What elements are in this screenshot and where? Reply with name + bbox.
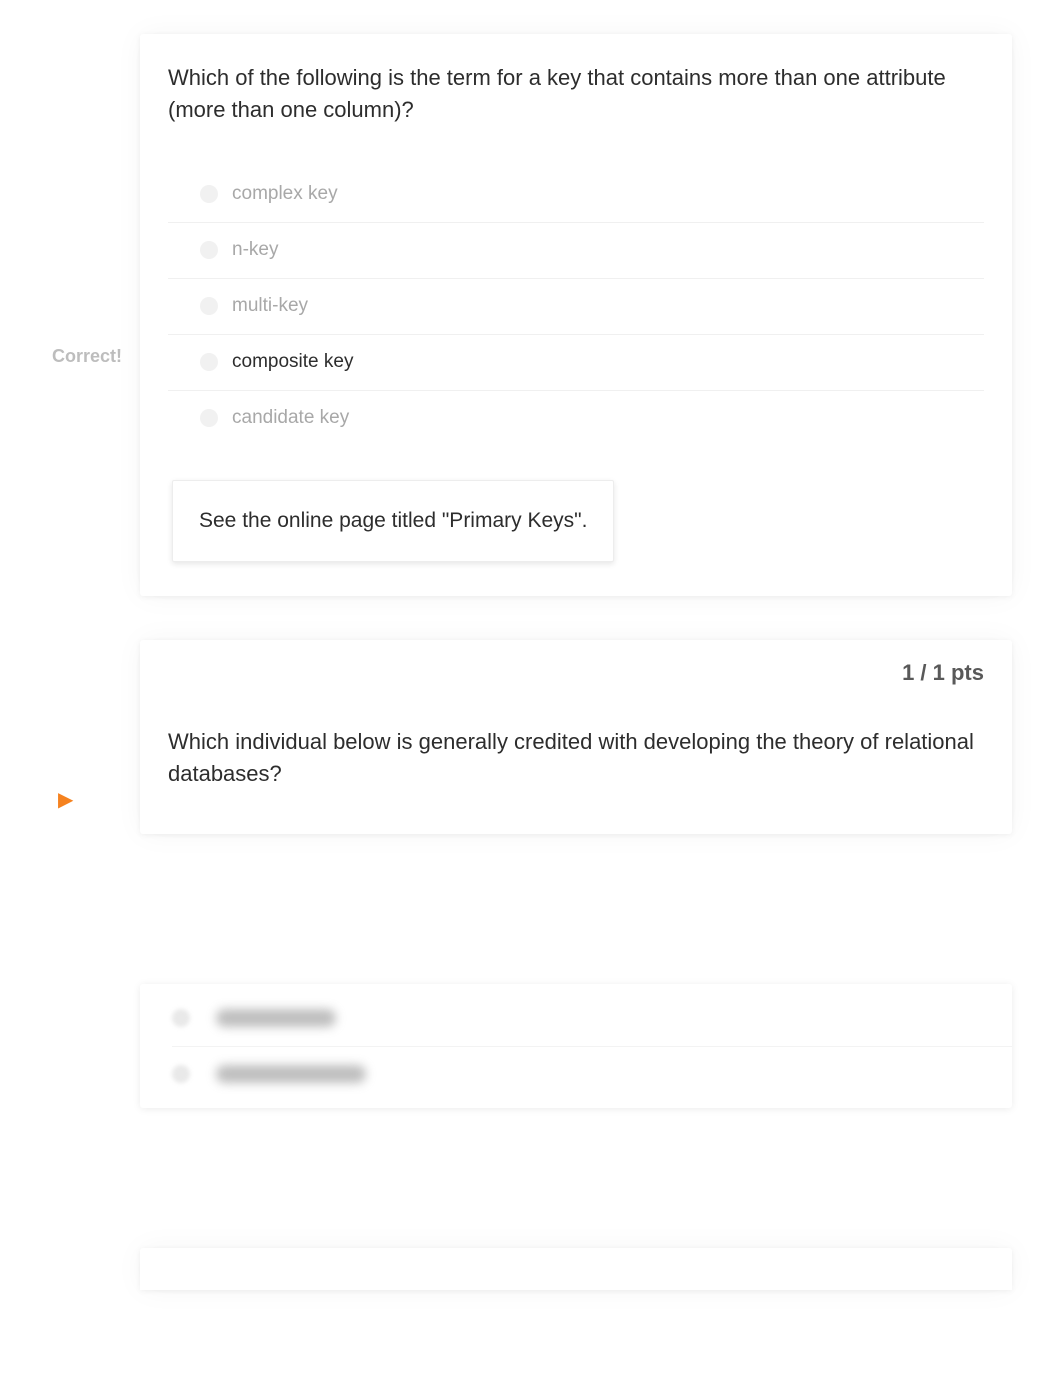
radio-icon — [200, 241, 218, 259]
option-composite-key[interactable]: composite key — [168, 334, 984, 390]
blurred-text-icon — [216, 1065, 366, 1083]
option-label: complex key — [232, 183, 338, 205]
question-2-gutter: ▶ — [0, 640, 140, 834]
option-label: n-key — [232, 239, 278, 261]
question-1-options: complex key n-key multi-key composite ke… — [168, 166, 984, 446]
next-card-peek — [140, 1248, 1012, 1290]
option-label: multi-key — [232, 295, 308, 317]
radio-icon — [200, 297, 218, 315]
question-1-feedback: See the online page titled "Primary Keys… — [172, 480, 614, 562]
radio-icon — [172, 1009, 190, 1027]
blurred-option-row — [172, 990, 1012, 1046]
radio-icon — [200, 185, 218, 203]
radio-icon — [200, 353, 218, 371]
question-2-card: 1 / 1 pts Which individual below is gene… — [140, 640, 1012, 834]
quiz-page: Correct! Which of the following is the t… — [0, 0, 1062, 1350]
option-label: composite key — [232, 351, 353, 373]
radio-icon — [200, 409, 218, 427]
option-multi-key[interactable]: multi-key — [168, 278, 984, 334]
play-icon: ▶ — [58, 790, 73, 810]
question-1-text: Which of the following is the term for a… — [168, 62, 984, 126]
option-label: candidate key — [232, 407, 349, 429]
question-2-row: ▶ 1 / 1 pts Which individual below is ge… — [0, 640, 1062, 834]
correct-badge: Correct! — [52, 346, 122, 367]
option-candidate-key[interactable]: candidate key — [168, 390, 984, 446]
option-complex-key[interactable]: complex key — [168, 166, 984, 222]
option-n-key[interactable]: n-key — [168, 222, 984, 278]
blurred-option-row — [172, 1046, 1012, 1102]
radio-icon — [172, 1065, 190, 1083]
question-2-options-blurred — [0, 984, 1062, 1108]
question-1-gutter: Correct! — [0, 34, 140, 596]
question-2-text: Which individual below is generally cred… — [168, 726, 984, 790]
question-1-card: Which of the following is the term for a… — [140, 34, 1012, 596]
blurred-text-icon — [216, 1009, 336, 1027]
question-2-points: 1 / 1 pts — [902, 660, 984, 686]
question-1-row: Correct! Which of the following is the t… — [0, 34, 1062, 596]
